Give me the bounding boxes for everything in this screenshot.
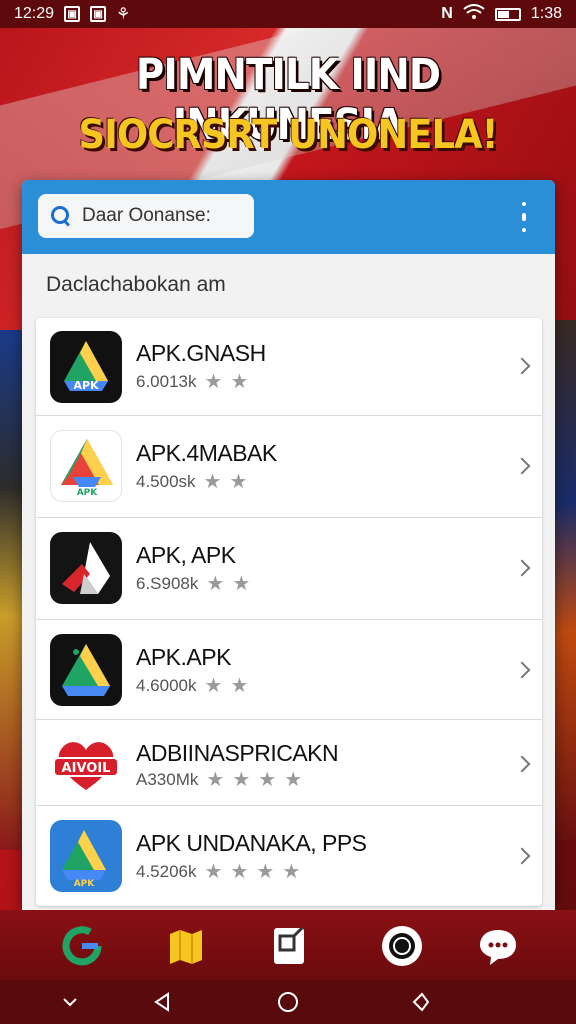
chevron-right-icon[interactable] xyxy=(513,357,531,375)
apk-drive-icon: APK xyxy=(50,331,122,403)
navigation-bar xyxy=(0,980,576,1024)
apk-drive-icon: APK xyxy=(50,430,122,502)
list-item[interactable]: AIVOIL ADBIINASPRICAKN A330Mk ★ ★ ★ ★ xyxy=(36,720,542,806)
chevron-right-icon[interactable] xyxy=(513,847,531,865)
section-title: Daclachabokan am xyxy=(22,254,555,316)
app-list: APK APK.GNASH 6.0013k ★ ★ APK APK.4MABAK… xyxy=(36,318,542,906)
notification-icon: ▣ xyxy=(90,6,107,22)
chevron-right-icon[interactable] xyxy=(513,559,531,577)
app-downloads: 4.6000k xyxy=(136,676,197,695)
app-downloads: 4.500sk xyxy=(136,472,196,491)
battery-icon xyxy=(494,7,521,21)
star-icon: ★ xyxy=(229,471,248,493)
back-icon[interactable] xyxy=(150,990,174,1014)
chevron-right-icon[interactable] xyxy=(513,457,531,475)
star-icon: ★ xyxy=(206,573,225,595)
app-meta: 4.500sk ★ ★ xyxy=(136,472,247,492)
app-name: ADBIINASPRICAKN xyxy=(136,740,339,766)
star-icon: ★ xyxy=(230,861,249,883)
app-meta: A330Mk ★ ★ ★ ★ xyxy=(136,770,302,790)
app-meta: 6.0013k ★ ★ xyxy=(136,372,248,392)
app-downloads: A330Mk xyxy=(136,770,199,789)
notification-icon: ⚘ xyxy=(116,6,131,23)
chevron-right-icon[interactable] xyxy=(513,755,531,773)
notification-icon: ▣ xyxy=(64,6,81,22)
docs-icon[interactable] xyxy=(268,924,312,968)
app-name: APK.GNASH xyxy=(136,340,266,366)
camera-icon[interactable] xyxy=(380,924,424,968)
chat-icon[interactable] xyxy=(476,924,520,968)
apk-arrow-icon xyxy=(50,532,122,604)
background-crowd-right xyxy=(554,320,576,840)
google-icon[interactable] xyxy=(60,924,104,968)
status-bar: 12:29 ▣ ▣ ⚘ N 1:38 xyxy=(0,0,576,28)
app-name: APK UNDANAKA, PPS xyxy=(136,830,367,856)
app-dock xyxy=(0,910,576,980)
app-name: APK.APK xyxy=(136,644,231,670)
app-downloads: 6.S908k xyxy=(136,574,199,593)
app-name: APK, APK xyxy=(136,542,236,568)
chevron-right-icon[interactable] xyxy=(513,661,531,679)
heart-badge-icon: AIVOIL xyxy=(50,728,122,800)
app-store-panel: Daclachabokan am APK APK.GNASH 6.0013k ★… xyxy=(22,180,555,910)
app-name: APK.4MABAK xyxy=(136,440,277,466)
apk-label: APK xyxy=(77,488,99,498)
search-box[interactable] xyxy=(38,194,254,238)
subheadline: SIOCRSRT UNONELA! xyxy=(78,112,499,158)
star-icon: ★ xyxy=(256,861,275,883)
background-crowd-left xyxy=(0,330,24,850)
star-icon: ★ xyxy=(204,675,223,697)
star-icon: ★ xyxy=(232,769,251,791)
home-icon[interactable] xyxy=(276,990,300,1014)
list-item[interactable]: APK APK.4MABAK 4.500sk ★ ★ xyxy=(36,416,542,518)
app-downloads: 4.5206k xyxy=(136,862,197,881)
heart-badge-text: AIVOIL xyxy=(62,761,111,776)
search-input[interactable] xyxy=(82,205,242,227)
list-item[interactable]: APK, APK 6.S908k ★ ★ xyxy=(36,518,542,620)
apk-label: APK xyxy=(74,879,96,889)
star-icon: ★ xyxy=(232,573,251,595)
star-icon: ★ xyxy=(230,371,249,393)
status-time-right: 1:38 xyxy=(530,5,562,22)
search-icon[interactable] xyxy=(50,205,72,227)
more-options-icon[interactable] xyxy=(517,202,531,232)
list-item[interactable]: APK APK UNDANAKA, PPS 4.5206k ★ ★ ★ ★ xyxy=(36,806,542,906)
list-item[interactable]: APK APK.GNASH 6.0013k ★ ★ xyxy=(36,318,542,416)
status-time: 12:29 xyxy=(14,5,55,22)
list-item[interactable]: APK.APK 4.6000k ★ ★ xyxy=(36,620,542,720)
star-icon: ★ xyxy=(282,861,301,883)
star-icon: ★ xyxy=(204,371,223,393)
apk-drive-icon xyxy=(50,634,122,706)
wifi-signal-icon xyxy=(463,3,485,25)
star-icon: ★ xyxy=(206,769,225,791)
star-icon: ★ xyxy=(204,861,223,883)
star-icon: ★ xyxy=(203,471,222,493)
star-icon: ★ xyxy=(284,769,303,791)
nfc-icon: N xyxy=(441,5,453,22)
apk-label: APK xyxy=(73,379,99,392)
panel-header xyxy=(22,180,555,254)
app-meta: 4.6000k ★ ★ xyxy=(136,676,248,696)
recents-icon[interactable] xyxy=(408,990,432,1014)
star-icon: ★ xyxy=(258,769,277,791)
app-meta: 6.S908k ★ ★ xyxy=(136,574,250,594)
apk-drive-icon: APK xyxy=(50,820,122,892)
maps-icon[interactable] xyxy=(164,924,208,968)
chevron-down-icon[interactable] xyxy=(58,990,82,1014)
app-downloads: 6.0013k xyxy=(136,372,197,391)
star-icon: ★ xyxy=(230,675,249,697)
app-meta: 4.5206k ★ ★ ★ ★ xyxy=(136,862,300,882)
